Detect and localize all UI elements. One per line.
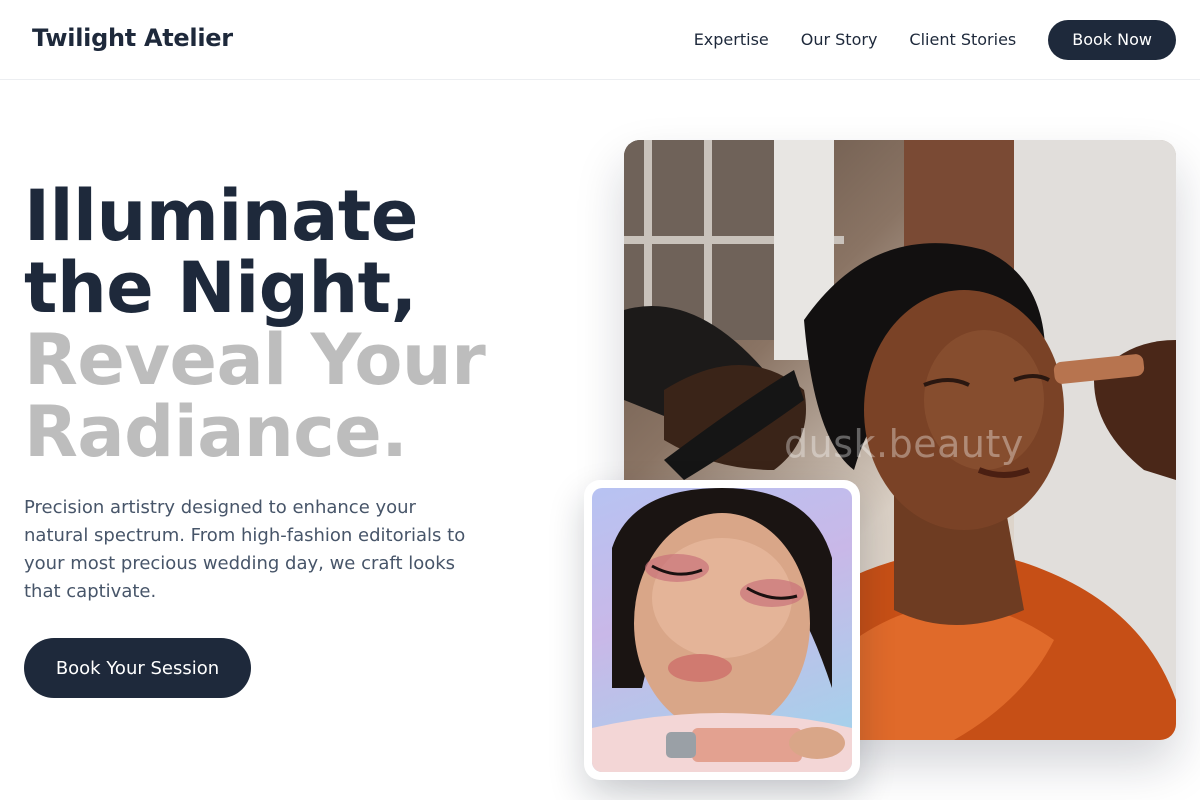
- book-session-button[interactable]: Book Your Session: [24, 638, 251, 698]
- brand-logo[interactable]: Twilight Atelier: [32, 24, 233, 52]
- hero-title-line-4: Radiance.: [24, 391, 408, 473]
- hero-title-line-2: the Night,: [24, 247, 417, 329]
- book-now-button[interactable]: Book Now: [1048, 20, 1176, 60]
- model-blush-illustration: [592, 488, 852, 772]
- secondary-photo-card: [584, 480, 860, 780]
- main-nav: Expertise Our Story Client Stories Book …: [694, 20, 1176, 60]
- hero-title-line-3: Reveal Your: [24, 319, 486, 401]
- nav-link-client-stories[interactable]: Client Stories: [909, 20, 1016, 60]
- hero-description: Precision artistry designed to enhance y…: [24, 497, 466, 602]
- nav-link-our-story[interactable]: Our Story: [801, 20, 878, 60]
- nav-link-expertise[interactable]: Expertise: [694, 20, 769, 60]
- hero-title: Illuminate the Night, Reveal Your Radian…: [24, 180, 584, 468]
- photo-watermark: dusk.beauty: [784, 422, 1024, 466]
- model-blush-photo: [592, 488, 852, 772]
- site-header: Twilight Atelier Expertise Our Story Cli…: [0, 0, 1200, 80]
- hero-title-line-1: Illuminate: [24, 175, 418, 257]
